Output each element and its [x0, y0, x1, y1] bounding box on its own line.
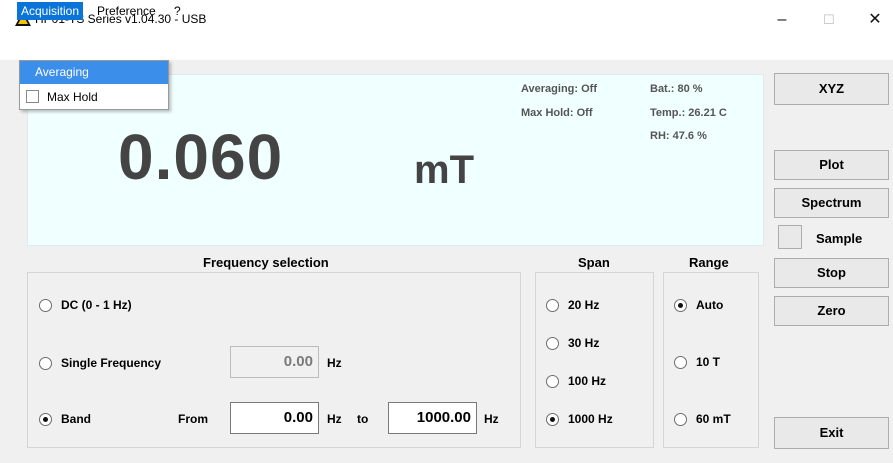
sample-label: Sample	[816, 231, 863, 246]
battery-status: Bat.: 80 %	[650, 83, 703, 95]
menu-item-max-hold[interactable]: Max Hold	[47, 90, 98, 104]
radio-span-1000hz-label: 1000 Hz	[568, 412, 613, 426]
radio-span-30hz[interactable]	[546, 337, 559, 350]
radio-range-60mt-label: 60 mT	[696, 412, 731, 426]
radio-span-100hz-label: 100 Hz	[568, 374, 607, 388]
span-header: Span	[578, 255, 610, 270]
radio-span-100hz[interactable]	[546, 375, 559, 388]
plot-button[interactable]: Plot	[774, 150, 889, 180]
single-frequency-unit: Hz	[327, 356, 342, 370]
radio-band[interactable]	[39, 413, 52, 426]
radio-range-auto-label: Auto	[696, 298, 724, 312]
single-frequency-input[interactable]: 0.00	[230, 346, 319, 378]
radio-range-auto[interactable]	[674, 299, 687, 312]
menu-preference[interactable]: Preference	[93, 2, 160, 20]
field-unit: mT	[414, 148, 474, 192]
temperature-status: Temp.: 26.21 C	[650, 107, 727, 119]
close-button[interactable]: ✕	[860, 8, 890, 32]
menu-acquisition[interactable]: Acquisition	[17, 2, 84, 20]
field-reading: 0.060	[118, 121, 284, 193]
radio-range-10t[interactable]	[674, 356, 687, 369]
radio-span-20hz[interactable]	[546, 299, 559, 312]
radio-range-10t-label: 10 T	[696, 355, 721, 369]
radio-single-frequency-label: Single Frequency	[61, 356, 162, 370]
radio-range-60mt[interactable]	[674, 413, 687, 426]
zero-button[interactable]: Zero	[774, 296, 889, 326]
radio-band-label: Band	[61, 412, 91, 426]
spectrum-button[interactable]: Spectrum	[774, 188, 889, 218]
radio-span-30hz-label: 30 Hz	[568, 336, 600, 350]
menu-help[interactable]: ?	[170, 2, 185, 20]
minimize-button[interactable]: –	[767, 8, 797, 32]
exit-button[interactable]: Exit	[774, 417, 889, 449]
band-from-label: From	[178, 412, 208, 426]
radio-dc-label: DC (0 - 1 Hz)	[61, 298, 132, 312]
max-hold-status: Max Hold: Off	[521, 107, 593, 119]
band-from-unit: Hz	[327, 412, 342, 426]
band-from-input[interactable]: 0.00	[230, 402, 319, 434]
xyz-button[interactable]: XYZ	[774, 73, 889, 105]
band-to-label: to	[357, 412, 369, 426]
stop-button[interactable]: Stop	[774, 258, 889, 288]
sample-toggle[interactable]	[778, 225, 802, 249]
maximize-button[interactable]: ☐	[814, 8, 844, 32]
max-hold-checkbox[interactable]	[26, 90, 39, 103]
radio-dc[interactable]	[39, 299, 52, 312]
range-header: Range	[689, 255, 729, 270]
menu-bar	[0, 40, 893, 60]
humidity-status: RH: 47.6 %	[650, 130, 707, 142]
menu-item-averaging[interactable]: Averaging	[20, 61, 168, 84]
radio-single-frequency[interactable]	[39, 357, 52, 370]
band-to-unit: Hz	[484, 412, 499, 426]
averaging-status: Averaging: Off	[521, 83, 597, 95]
band-to-input[interactable]: 1000.00	[388, 402, 477, 434]
radio-span-20hz-label: 20 Hz	[568, 298, 600, 312]
frequency-selection-header: Frequency selection	[203, 255, 329, 270]
radio-span-1000hz[interactable]	[546, 413, 559, 426]
